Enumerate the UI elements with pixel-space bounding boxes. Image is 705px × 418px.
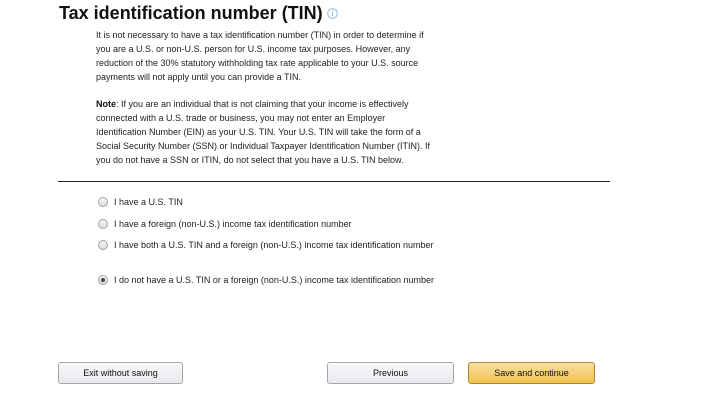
- previous-button[interactable]: Previous: [327, 362, 454, 384]
- tin-description: It is not necessary to have a tax identi…: [96, 30, 424, 82]
- exit-without-saving-button[interactable]: Exit without saving: [58, 362, 183, 384]
- option-label: I have a foreign (non-U.S.) income tax i…: [114, 219, 352, 229]
- option-label: I have both a U.S. TIN and a foreign (no…: [114, 240, 434, 250]
- option-foreign-tin[interactable]: I have a foreign (non-U.S.) income tax i…: [98, 217, 434, 231]
- note-label: Note: [96, 99, 116, 109]
- option-label: I do not have a U.S. TIN or a foreign (n…: [114, 275, 434, 285]
- section-title: Tax identification number (TIN): [59, 3, 338, 24]
- radio-no-tin[interactable]: [98, 275, 108, 285]
- option-label: I have a U.S. TIN: [114, 197, 183, 207]
- info-circle-icon[interactable]: [326, 8, 338, 19]
- save-and-continue-button[interactable]: Save and continue: [468, 362, 595, 384]
- radio-us-tin[interactable]: [98, 197, 108, 207]
- option-both-tin[interactable]: I have both a U.S. TIN and a foreign (no…: [98, 238, 434, 252]
- note-text: : If you are an individual that is not c…: [96, 99, 430, 165]
- tin-note: Note: If you are an individual that is n…: [96, 97, 436, 167]
- option-us-tin[interactable]: I have a U.S. TIN: [98, 195, 434, 209]
- section-title-text: Tax identification number (TIN): [59, 3, 323, 23]
- radio-both-tin[interactable]: [98, 240, 108, 250]
- option-no-tin[interactable]: I do not have a U.S. TIN or a foreign (n…: [98, 273, 434, 287]
- section-divider: [58, 181, 610, 182]
- radio-foreign-tin[interactable]: [98, 219, 108, 229]
